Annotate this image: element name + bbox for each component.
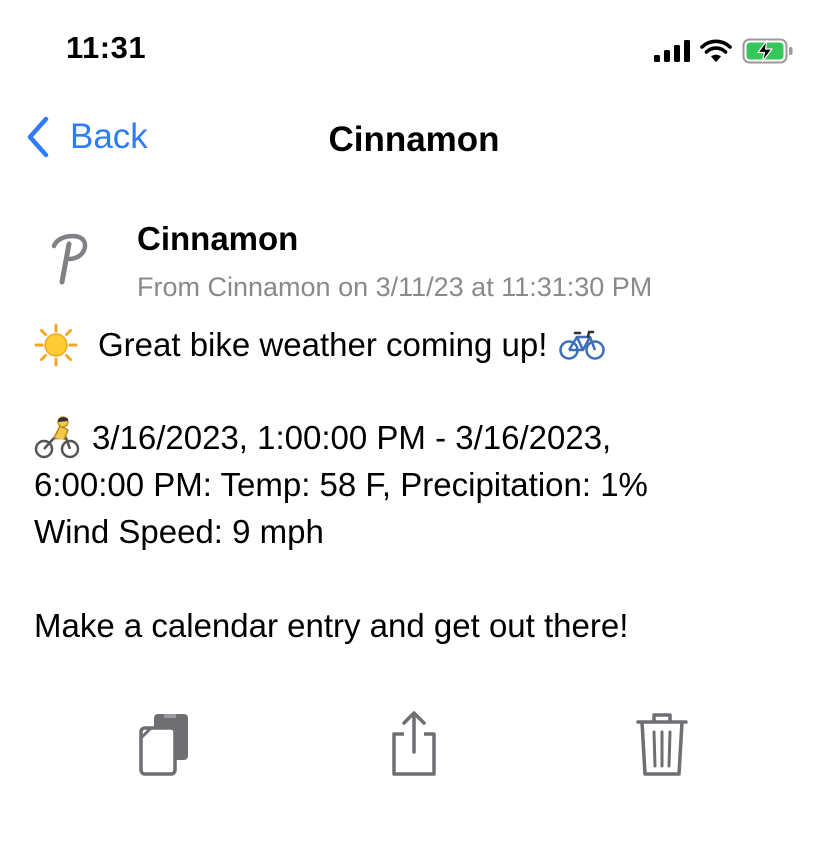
action-toolbar: [0, 700, 828, 790]
navigation-bar: Cinnamon Back: [0, 104, 828, 174]
app-logo-icon: [51, 233, 88, 285]
forecast-line-1: 3/16/2023, 1:00:00 PM - 3/16/2023,: [92, 419, 612, 456]
message-meta: From Cinnamon on 3/11/23 at 11:31:30 PM: [137, 272, 653, 302]
forecast-line-2-row: 6:00:00 PM: Temp: 58 F, Precipitation: 1…: [34, 462, 648, 508]
bicycle-emoji-icon: [559, 330, 606, 360]
trash-icon[interactable]: [630, 708, 694, 778]
message-header: Cinnamon From Cinnamon on 3/11/23 at 11:…: [0, 216, 828, 316]
forecast-line-3-row: Wind Speed: 9 mph: [34, 509, 324, 555]
status-icons: [654, 36, 794, 66]
back-button[interactable]: Back: [26, 116, 148, 158]
message-headline-row: Great bike weather coming up!: [34, 322, 606, 368]
back-button-label: Back: [70, 117, 148, 156]
closing-line: Make a calendar entry and get out there!: [34, 607, 629, 644]
forecast-line-3: Wind Speed: 9 mph: [34, 513, 324, 550]
wifi-icon: [700, 39, 732, 62]
cellular-signal-icon: [654, 40, 690, 62]
status-bar: 11:31: [0, 0, 828, 100]
message-headline: Great bike weather coming up!: [98, 326, 548, 363]
status-time: 11:31: [66, 30, 147, 65]
share-icon[interactable]: [382, 708, 446, 778]
sender-name: Cinnamon: [137, 220, 299, 257]
chevron-left-icon: [27, 116, 49, 158]
forecast-line-1-row: 3/16/2023, 1:00:00 PM - 3/16/2023,: [34, 415, 611, 461]
cyclist-emoji-icon: [34, 416, 80, 459]
sun-emoji-icon: [34, 323, 78, 367]
battery-charging-icon: [742, 38, 793, 64]
forecast-line-2: 6:00:00 PM: Temp: 58 F, Precipitation: 1…: [34, 466, 648, 503]
closing-line-row: Make a calendar entry and get out there!: [34, 603, 628, 649]
copy-icon[interactable]: [134, 708, 198, 778]
